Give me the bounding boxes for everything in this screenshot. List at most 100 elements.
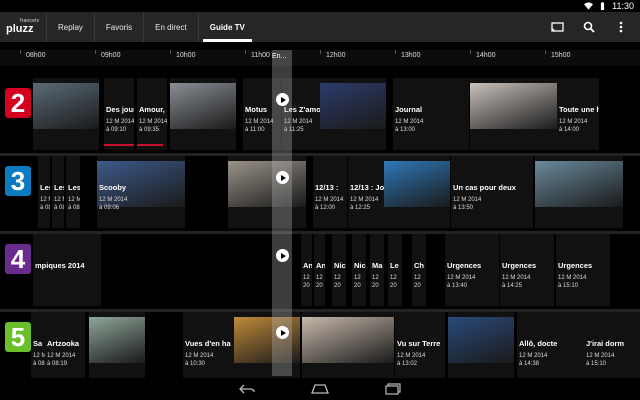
- play-live-button[interactable]: [276, 326, 289, 339]
- program-card[interactable]: Un cas pour deux 12 M 2014 à 13:50: [451, 156, 533, 228]
- status-time: 11:30: [612, 1, 634, 11]
- program-card[interactable]: [89, 312, 145, 384]
- program-card[interactable]: Ma 12 20: [370, 234, 384, 306]
- program-title: Artzooka: [47, 339, 80, 348]
- time-tick: 09h00: [94, 50, 121, 59]
- program-card[interactable]: Les 12 M à 08: [38, 156, 50, 228]
- program-date: 12 20: [372, 275, 379, 289]
- program-title: Journal: [395, 105, 423, 114]
- channel-logo[interactable]: 2: [5, 88, 31, 118]
- program-card[interactable]: mpiques 2014: [33, 234, 101, 306]
- program-title: Le: [390, 261, 399, 270]
- tab-replay[interactable]: Replay: [46, 12, 94, 42]
- program-thumbnail: [33, 83, 99, 129]
- play-live-button[interactable]: [276, 171, 289, 184]
- recents-icon: [385, 383, 401, 395]
- overflow-menu-button[interactable]: [614, 20, 628, 34]
- app-logo: francetv pluzz: [0, 12, 46, 42]
- program-card[interactable]: Urgences 12 M 2014 à 13:40: [445, 234, 499, 306]
- program-card[interactable]: [320, 78, 386, 150]
- program-card[interactable]: 12/13 : Jo 12 M 2014 à 12:25: [348, 156, 384, 228]
- back-button[interactable]: [238, 382, 256, 396]
- time-tick: 10h00: [169, 50, 196, 59]
- program-card[interactable]: Urgences 12 M 2014 à 14:25: [500, 234, 554, 306]
- channel-logo[interactable]: 4: [5, 244, 31, 274]
- channel-row: 2 Des jour 12 M 2014 à 09:10 Amour, 12 M 201…: [0, 78, 640, 158]
- play-live-button[interactable]: [276, 249, 289, 262]
- program-card[interactable]: Sa 12 M à 08: [31, 312, 46, 384]
- program-card[interactable]: Journal 12 M 2014 à 13:00: [393, 78, 469, 150]
- program-card[interactable]: Les 12 M à 08: [66, 156, 80, 228]
- recents-button[interactable]: [384, 382, 402, 396]
- program-date: 12 M à 08: [68, 197, 80, 211]
- program-card[interactable]: [448, 312, 514, 384]
- cast-button[interactable]: [550, 20, 564, 34]
- program-date: 12 20: [334, 275, 341, 289]
- cast-icon: [550, 21, 564, 32]
- program-card[interactable]: Les 12 M à 08: [52, 156, 64, 228]
- program-card[interactable]: [470, 78, 558, 150]
- program-card[interactable]: [535, 156, 623, 228]
- app-root: 11:30 francetv pluzz Replay Favoris En d…: [0, 0, 640, 400]
- program-title: J'irai dorm: [586, 339, 625, 348]
- program-card[interactable]: Nic 12 20: [332, 234, 346, 306]
- channel-row: 3 Les 12 M à 08 Les 12 M à 08 Les 12 M à 08 Sco…: [0, 156, 640, 236]
- program-date: 12 M 2014 à 13:00: [395, 119, 424, 133]
- program-date: 12 M 2014 à 11:00: [245, 119, 274, 133]
- time-tick: 15h00: [544, 50, 571, 59]
- time-tick: 13h00: [394, 50, 421, 59]
- time-tick: 08h00: [19, 50, 46, 59]
- program-card[interactable]: Vu sur Terre 12 M 2014 à 13:02: [395, 312, 445, 384]
- program-card[interactable]: Scooby 12 M 2014 à 09:06: [97, 156, 185, 228]
- program-card[interactable]: Artzooka 12 M 2014 à 08:19: [45, 312, 85, 384]
- search-icon: [583, 21, 595, 33]
- play-live-button[interactable]: [276, 93, 289, 106]
- program-title: Nic: [334, 261, 346, 270]
- program-card[interactable]: [228, 156, 306, 228]
- program-thumbnail: [302, 317, 394, 363]
- program-card[interactable]: [384, 156, 450, 228]
- program-card[interactable]: Ch 12 20: [412, 234, 426, 306]
- program-card[interactable]: [33, 78, 99, 150]
- program-thumbnail: [228, 161, 306, 207]
- program-card[interactable]: An 12 20: [314, 234, 325, 306]
- program-card[interactable]: Le 12 20: [388, 234, 402, 306]
- program-card[interactable]: Nic 12 20: [352, 234, 366, 306]
- program-date: 12 20: [390, 275, 397, 289]
- program-card[interactable]: Toute une h 12 M 2014 à 14:00: [557, 78, 599, 150]
- program-card[interactable]: Amour, 12 M 2014 à 09:35: [137, 78, 167, 150]
- tab-favoris[interactable]: Favoris: [93, 12, 143, 42]
- program-title: An: [316, 261, 325, 270]
- program-title: Urgences: [558, 261, 593, 270]
- channel-logo[interactable]: 5: [5, 322, 31, 352]
- time-tick: 12h00: [319, 50, 346, 59]
- program-title: Ma: [372, 261, 383, 270]
- logo-big: pluzz: [6, 23, 34, 35]
- action-bar: francetv pluzz Replay Favoris En direct …: [0, 12, 640, 42]
- program-date: 12 M 2014 à 12:00: [315, 197, 344, 211]
- program-date: 12 20: [414, 275, 421, 289]
- search-button[interactable]: [582, 20, 596, 34]
- home-button[interactable]: [311, 382, 329, 396]
- program-title: Des jour: [106, 105, 134, 114]
- wifi-icon: [584, 2, 594, 10]
- program-title: Nic: [354, 261, 366, 270]
- program-title: Sa: [33, 339, 43, 348]
- tab-guide-tv[interactable]: Guide TV: [197, 12, 256, 42]
- program-card[interactable]: 12/13 : 12 M 2014 à 12:00: [313, 156, 347, 228]
- program-title: 12/13 : Jo: [350, 183, 384, 192]
- program-card[interactable]: [302, 312, 394, 384]
- channel-logo[interactable]: 3: [5, 166, 31, 196]
- tab-en-direct[interactable]: En direct: [143, 12, 198, 42]
- program-date: 12 M 2014 à 09:10: [106, 119, 134, 133]
- program-card[interactable]: [170, 78, 236, 150]
- program-thumbnail: [470, 83, 558, 129]
- program-card[interactable]: Des jour 12 M 2014 à 09:10: [104, 78, 134, 150]
- back-icon: [239, 384, 255, 394]
- program-card[interactable]: J'irai dorm 12 M 2014 à 15:10: [584, 312, 640, 384]
- program-title: Urgences: [502, 261, 537, 270]
- program-card[interactable]: An 12 20: [301, 234, 312, 306]
- program-card[interactable]: Urgences 12 M 2014 à 15:10: [556, 234, 610, 306]
- program-date: 12 M 2014 à 15:10: [558, 275, 587, 289]
- program-title: Amour,: [139, 105, 165, 114]
